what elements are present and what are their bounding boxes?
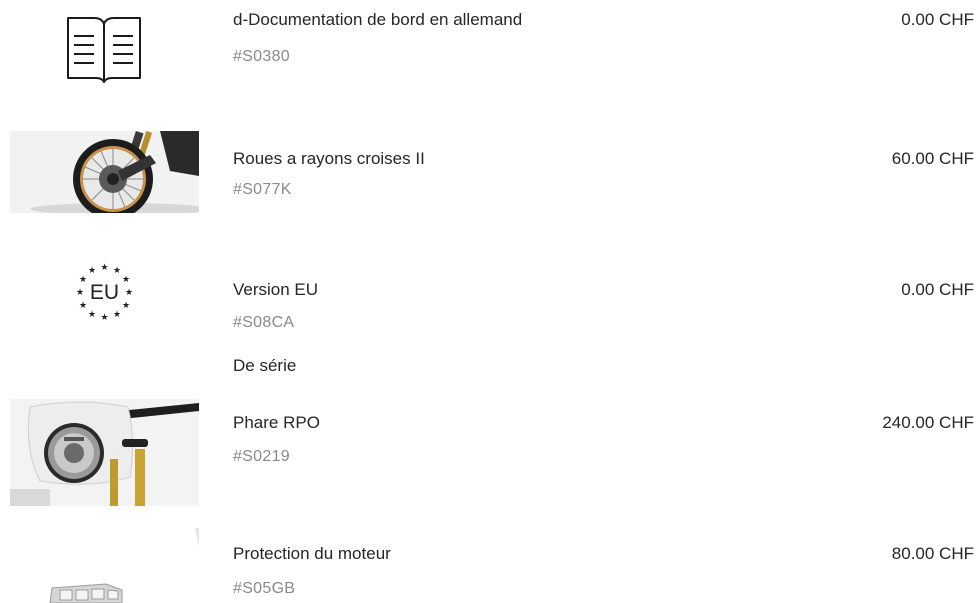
- item-price: 60.00 CHF: [891, 149, 974, 168]
- engine-guard-photo: [10, 528, 199, 603]
- item-title: Phare RPO: [233, 413, 320, 432]
- item-code: #S05GB: [233, 580, 296, 597]
- list-item: Roues a rayons croises II #S077K 60.00 C…: [0, 125, 978, 220]
- list-item: Protection du moteur #S05GB 80.00 CHF: [0, 528, 978, 603]
- item-price: 240.00 CHF: [882, 413, 974, 432]
- item-title: Version EU: [233, 280, 319, 299]
- spoked-wheel-photo: [10, 131, 199, 213]
- item-thumbnail: [10, 528, 199, 603]
- list-item: Phare RPO #S0219 240.00 CHF: [0, 398, 978, 508]
- item-thumbnail: [10, 12, 199, 84]
- item-thumbnail: ★ ★ ★ ★ ★ ★ ★ ★ ★ ★ ★ ★ EU: [10, 260, 199, 332]
- item-thumbnail: [10, 131, 199, 213]
- headlight-photo: [10, 399, 199, 506]
- item-code: #S0219: [233, 448, 290, 465]
- item-code: #S077K: [233, 181, 292, 198]
- book-icon: [67, 17, 141, 83]
- item-price: 0.00 CHF: [901, 280, 974, 299]
- eu-label: EU: [89, 281, 120, 304]
- list-item: d-Documentation de bord en allemand #S03…: [0, 0, 978, 110]
- item-price: 0.00 CHF: [901, 10, 974, 29]
- item-title: Roues a rayons croises II: [233, 149, 425, 168]
- item-price: 80.00 CHF: [891, 544, 974, 563]
- item-code: #S0380: [233, 48, 290, 65]
- item-title: d-Documentation de bord en allemand: [233, 10, 523, 29]
- standard-note: De série: [233, 356, 297, 375]
- item-thumbnail: [10, 399, 199, 506]
- item-title: Protection du moteur: [233, 544, 391, 563]
- item-code: #S08CA: [233, 314, 295, 331]
- list-item: ★ ★ ★ ★ ★ ★ ★ ★ ★ ★ ★ ★ EU Version EU #S…: [0, 250, 978, 380]
